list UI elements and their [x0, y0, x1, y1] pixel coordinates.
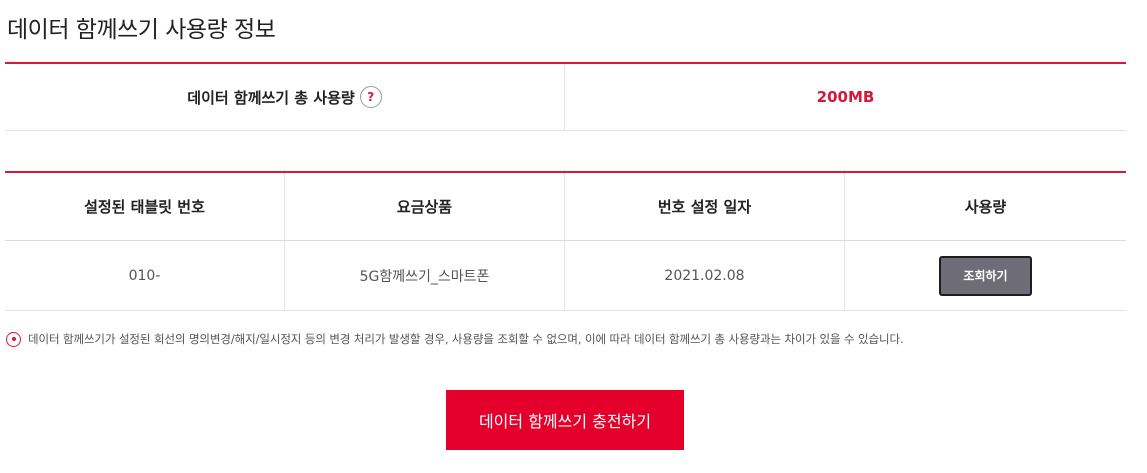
tablet-usage-table: 설정된 태블릿 번호 요금상품 번호 설정 일자 사용량 010- 5G함께쓰기… [5, 171, 1126, 311]
page-title: 데이터 함께쓰기 사용량 정보 [7, 17, 276, 43]
charge-data-sharing-button[interactable]: 데이터 함께쓰기 충전하기 [446, 390, 684, 450]
lookup-usage-button[interactable]: 조회하기 [939, 255, 1032, 296]
total-usage-label-cell: 데이터 함께쓰기 총 사용량 ? [5, 64, 565, 130]
column-header-plan: 요금상품 [285, 173, 565, 240]
tablet-number-cell: 010- [5, 241, 285, 310]
table-row: 010- 5G함께쓰기_스마트폰 2021.02.08 조회하기 [5, 241, 1126, 310]
info-circle-icon [6, 331, 21, 347]
total-usage-table: 데이터 함께쓰기 총 사용량 ? 200MB [5, 62, 1126, 131]
plan-cell: 5G함께쓰기_스마트폰 [285, 241, 565, 310]
help-icon[interactable]: ? [359, 86, 382, 108]
notice-text: 데이터 함께쓰기가 설정된 회선의 명의변경/해지/일시정지 등의 변경 처리가… [28, 332, 904, 346]
column-header-setup-date: 번호 설정 일자 [565, 173, 845, 240]
setup-date-cell: 2021.02.08 [565, 241, 845, 310]
total-usage-label: 데이터 함께쓰기 총 사용량 [187, 88, 355, 107]
usage-cell: 조회하기 [845, 241, 1126, 310]
column-header-tablet-number: 설정된 태블릿 번호 [5, 173, 285, 240]
total-usage-value: 200MB [816, 88, 875, 106]
page: 데이터 함께쓰기 사용량 정보 데이터 함께쓰기 총 사용량 ? 200MB 설… [0, 0, 1147, 473]
table-header-row: 설정된 태블릿 번호 요금상품 번호 설정 일자 사용량 [5, 173, 1126, 241]
notice: 데이터 함께쓰기가 설정된 회선의 명의변경/해지/일시정지 등의 변경 처리가… [6, 331, 904, 347]
column-header-usage: 사용량 [964, 198, 1007, 216]
